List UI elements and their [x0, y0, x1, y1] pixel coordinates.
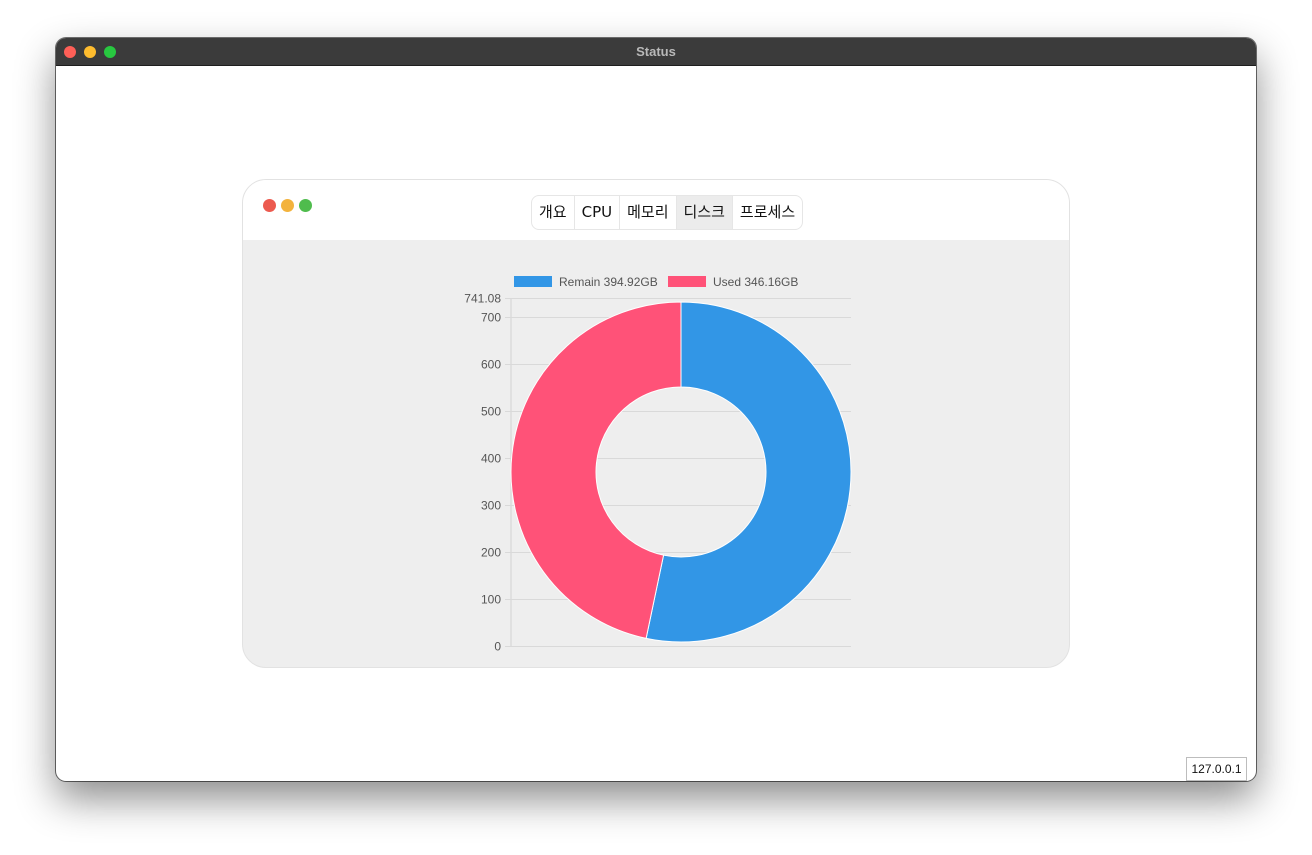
titlebar: Status	[56, 38, 1256, 66]
y-tick-label: 500	[481, 405, 501, 419]
y-tick-label: 700	[481, 311, 501, 325]
legend-remain-label: Remain 394.92GB	[559, 275, 658, 289]
y-tick-label: 400	[481, 452, 501, 466]
y-tick-label: 600	[481, 358, 501, 372]
y-tick-label: 0	[494, 640, 501, 654]
legend-used-label: Used 346.16GB	[713, 275, 798, 289]
y-tick-label: 200	[481, 546, 501, 560]
window-title: Status	[636, 44, 676, 59]
disk-usage-chart: 0 100 200 300 400 500 600 700 741.08 Remain 394.9…	[464, 275, 852, 654]
y-tick-label: 741.08	[464, 292, 501, 306]
host-address-badge: 127.0.0.1	[1186, 757, 1247, 781]
legend-remain-swatch	[514, 276, 552, 287]
status-card: 개요 CPU 메모리 디스크 프로세스 0 100 200 300 400 500 600 7…	[242, 179, 1070, 668]
slice-used	[510, 301, 682, 639]
legend-used-swatch	[668, 276, 706, 287]
app-window: Status 개요 CPU 메모리 디스크 프로세스 0 100 200 300 400…	[56, 38, 1256, 781]
y-tick-label: 100	[481, 593, 501, 607]
y-tick-label: 300	[481, 499, 501, 513]
